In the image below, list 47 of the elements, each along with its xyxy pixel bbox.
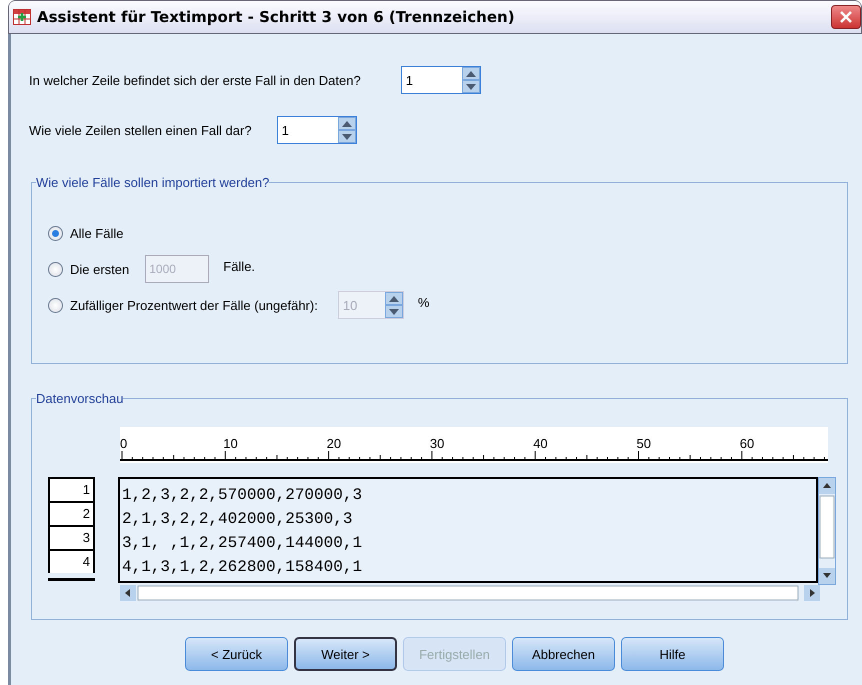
number-spinner[interactable]: 1 xyxy=(400,66,481,94)
option-label: Alle Fälle xyxy=(70,226,124,240)
caret-down-icon xyxy=(466,84,476,90)
row-number: 2 xyxy=(48,501,95,525)
spin-down-button[interactable] xyxy=(338,130,356,143)
row-number: 3 xyxy=(48,525,95,549)
row-number: 4 xyxy=(48,549,95,573)
horizontal-scrollbar[interactable] xyxy=(120,585,820,601)
dialog-button[interactable]: < Zurück xyxy=(185,637,288,671)
ruler-label: 10 xyxy=(223,436,239,451)
close-icon xyxy=(839,10,853,24)
option-label: Zufälliger Prozentwert der Fälle (ungefähr): xyxy=(70,298,318,312)
row-number: 1 xyxy=(48,477,95,501)
data-line: 2,1,3,2,2,402000,25300,3 xyxy=(122,509,354,530)
question-label: In welcher Zeile befindet sich der erste Fall in den Daten? xyxy=(29,72,361,88)
ruler-label: 50 xyxy=(636,436,652,451)
dialog-button[interactable]: Abbrechen xyxy=(512,637,615,671)
data-line: 3,1, ,1,2,257400,144000,1 xyxy=(122,533,364,554)
caret-up-icon xyxy=(342,120,352,126)
spin-up-button[interactable] xyxy=(338,117,356,130)
question-label: Wie viele Zeilen stellen einen Fall dar? xyxy=(29,122,252,138)
caret-down-icon xyxy=(342,134,352,140)
close-button[interactable] xyxy=(831,5,861,29)
ruler-label: 0 xyxy=(120,436,128,451)
dialog-button[interactable]: Weiter > xyxy=(294,637,397,671)
ruler-label: 20 xyxy=(326,436,342,451)
spin-down-button[interactable] xyxy=(462,80,480,93)
data-line: 4,1,3,1,2,262800,158400,1 xyxy=(122,557,364,578)
caret-up-icon xyxy=(466,70,476,76)
number-spinner[interactable]: 1 xyxy=(276,116,357,144)
caret-up-icon xyxy=(388,296,399,302)
vertical-scrollbar[interactable] xyxy=(818,477,836,585)
radio-button[interactable] xyxy=(48,226,63,240)
ruler-label: 30 xyxy=(430,436,446,451)
ruler-label: 60 xyxy=(740,436,756,451)
unit-label: % xyxy=(418,294,430,310)
group-title: Datenvorschau xyxy=(36,391,124,406)
table-icon xyxy=(13,9,31,25)
option-label: Die ersten xyxy=(70,262,130,276)
caret-down-icon xyxy=(388,308,399,314)
group-title: Wie viele Fälle sollen importiert werden? xyxy=(36,175,270,190)
window-title: Assistent für Textimport - Schritt 3 von 6 (Trennzeichen) xyxy=(37,8,516,26)
data-line: 1,2,3,2,2,570000,270000,3 xyxy=(122,485,364,506)
dialog-button[interactable]: Hilfe xyxy=(621,637,724,671)
unit-label: Fälle. xyxy=(223,258,256,274)
ruler-label: 40 xyxy=(533,436,549,451)
spin-up-button[interactable] xyxy=(462,67,480,80)
